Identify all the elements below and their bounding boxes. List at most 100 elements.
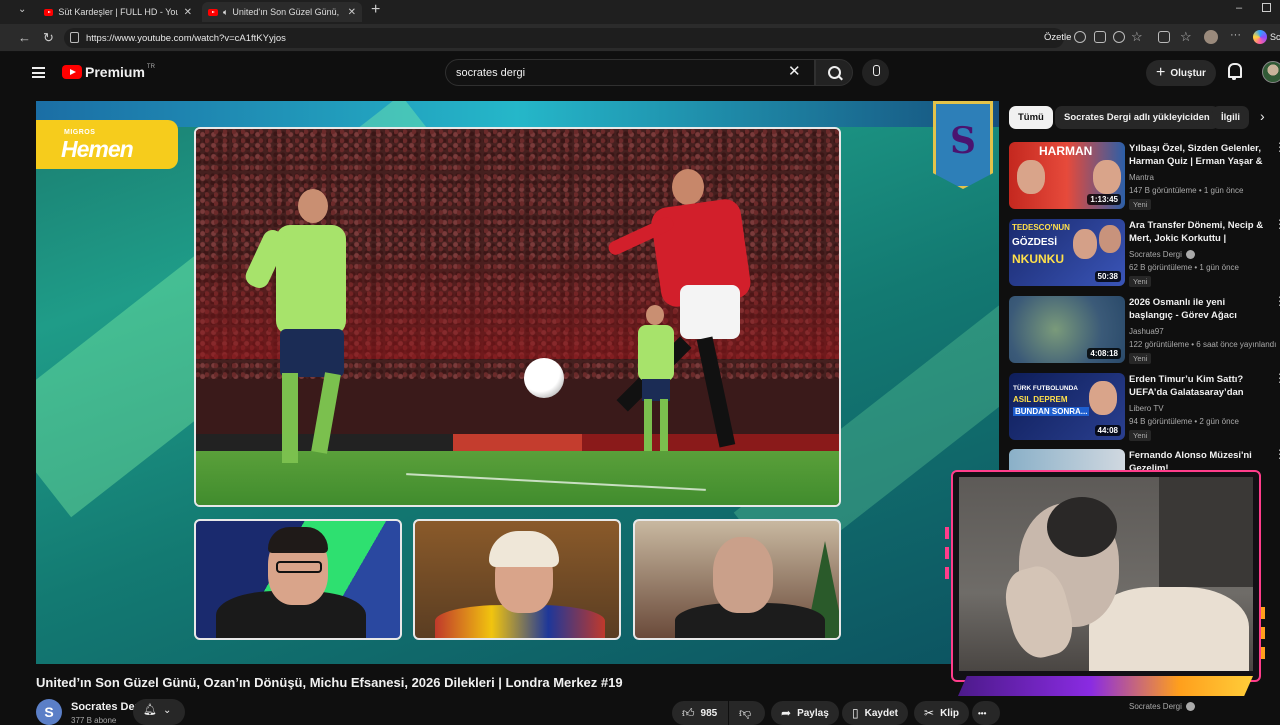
frame-stripe: [1261, 627, 1265, 639]
more-actions-button[interactable]: •••: [972, 701, 1000, 725]
create-button[interactable]: + Oluştur: [1146, 60, 1216, 86]
frame-stripe: [945, 567, 949, 579]
frame-stripe: [1261, 647, 1265, 659]
hide-icon[interactable]: [1113, 31, 1125, 43]
person-hair: [1047, 497, 1117, 557]
copilot-icon[interactable]: [1253, 30, 1267, 44]
summarize-button[interactable]: Özetle: [1044, 32, 1071, 43]
channel-name[interactable]: Libero TV: [1129, 404, 1164, 413]
channel-name[interactable]: Socrates Dergi: [1129, 702, 1195, 712]
clear-search-icon[interactable]: ✕: [788, 62, 801, 80]
url-field[interactable]: https://www.youtube.com/watch?v=cA1ftKYy…: [64, 28, 1064, 48]
close-tab-icon[interactable]: ✕: [184, 7, 192, 18]
profile-name[interactable]: Sc: [1270, 32, 1280, 42]
dislike-button[interactable]: 👎︎: [729, 701, 765, 725]
new-tab-icon[interactable]: +: [371, 1, 380, 19]
video-title[interactable]: Erden Timur’u Kim Sattı? UEFA’da Galatas…: [1129, 373, 1269, 400]
chip-from-uploader[interactable]: Socrates Dergi adlı yükleyiciden: [1055, 106, 1219, 129]
hamburger-menu-icon[interactable]: [32, 67, 45, 78]
thumbs-up-icon: 👍︎: [682, 705, 695, 720]
back-arrow-icon[interactable]: ←: [18, 30, 31, 45]
list-item[interactable]: HARMAN 1:13:45 Yılbaşı Özel, Sizden Gele…: [1009, 141, 1280, 212]
video-meta: 147 B görüntüleme • 1 gün önce: [1129, 186, 1244, 195]
save-label: Kaydet: [864, 707, 898, 719]
thumbnail-text: GÖZDESİ: [1012, 237, 1058, 248]
user-avatar[interactable]: [1262, 61, 1280, 83]
youtube-play-icon: [62, 65, 82, 79]
menu-dots-icon[interactable]: ···: [1230, 29, 1241, 41]
close-tab-icon[interactable]: ✕: [348, 7, 356, 18]
tab-list-chevron-icon[interactable]: ⌄: [18, 4, 26, 15]
chip-related[interactable]: İlgili: [1212, 106, 1249, 129]
video-title[interactable]: Ara Transfer Dönemi, Necip & Mert, Jokic…: [1129, 219, 1269, 246]
new-badge: Yeni: [1129, 276, 1152, 287]
more-vert-icon[interactable]: ⋮: [1274, 448, 1280, 460]
save-button[interactable]: ▯ Kaydet: [842, 701, 908, 725]
video-title[interactable]: Yılbaşı Özel, Sizden Gelenler, Harman Qu…: [1129, 142, 1269, 169]
list-item[interactable]: TEDESCO'NUN GÖZDESİ NKUNKU 50:38 Ara Tra…: [1009, 218, 1280, 289]
more-vert-icon[interactable]: ⋮: [1274, 141, 1280, 153]
more-vert-icon[interactable]: ⋮: [1274, 295, 1280, 307]
create-label: Oluştur: [1170, 67, 1206, 79]
extension-icon[interactable]: [1158, 31, 1170, 43]
youtube-premium-logo[interactable]: Premium TR: [62, 64, 155, 80]
tab-title: Süt Kardeşler | FULL HD - YouTube: [58, 7, 177, 17]
notifications-bell-icon[interactable]: [1227, 63, 1242, 80]
favorite-star-icon[interactable]: ☆: [1131, 29, 1143, 45]
player-background: [636, 305, 676, 455]
like-button[interactable]: 👍︎ 985: [672, 701, 728, 725]
webcam-overlay: [943, 467, 1267, 703]
new-badge: Yeni: [1129, 199, 1152, 210]
site-info-icon[interactable]: [70, 32, 79, 43]
video-thumbnail[interactable]: 4:08:18: [1009, 296, 1125, 363]
more-vert-icon[interactable]: ⋮: [1274, 372, 1280, 384]
video-title[interactable]: 2026 Osmanlı ile yeni başlangıç - Görev …: [1129, 296, 1269, 323]
audio-icon[interactable]: 🔈︎: [223, 7, 228, 18]
channel-avatar[interactable]: S: [36, 699, 62, 725]
thumbnail-text: HARMAN: [1039, 144, 1093, 158]
frame-stripe: [1261, 607, 1265, 619]
video-thumbnail[interactable]: HARMAN 1:13:45: [1009, 142, 1125, 209]
profile-icon[interactable]: [1204, 30, 1218, 44]
more-vert-icon[interactable]: ⋮: [1274, 218, 1280, 230]
person-face: [1093, 160, 1121, 194]
subscription-bell-button[interactable]: 🔔︎ ⌄: [133, 699, 185, 725]
voice-search-mic-icon[interactable]: [862, 59, 889, 86]
video-duration: 44:08: [1094, 425, 1121, 436]
youtube-header: Premium TR socrates dergi ✕ + Oluştur: [12, 52, 1280, 96]
chip-all[interactable]: Tümü: [1009, 106, 1053, 129]
summarize-icon[interactable]: [1074, 31, 1086, 43]
beanie: [489, 531, 559, 567]
share-button[interactable]: ➦ Paylaş: [771, 701, 839, 725]
minimize-icon[interactable]: –: [1236, 2, 1242, 14]
chevron-right-icon[interactable]: ›: [1260, 108, 1265, 124]
reader-icon[interactable]: [1094, 31, 1106, 43]
studio-panel-2: [413, 519, 621, 640]
channel-name[interactable]: Mantra: [1129, 173, 1154, 182]
search-button[interactable]: [815, 59, 853, 86]
list-item[interactable]: TÜRK FUTBOLUNDA ASIL DEPREM BUNDAN SONRA…: [1009, 372, 1280, 443]
frame-stripe: [945, 527, 949, 539]
youtube-favicon-icon: [44, 8, 54, 16]
like-count: 985: [700, 707, 718, 719]
thumbnail-text: ASIL DEPREM: [1013, 395, 1068, 404]
player-green-kit: [236, 189, 346, 479]
browser-tab-1[interactable]: Süt Kardeşler | FULL HD - YouTube ✕: [38, 2, 198, 22]
restore-icon[interactable]: [1262, 3, 1271, 12]
video-thumbnail[interactable]: TEDESCO'NUN GÖZDESİ NKUNKU 50:38: [1009, 219, 1125, 286]
video-thumbnail[interactable]: TÜRK FUTBOLUNDA ASIL DEPREM BUNDAN SONRA…: [1009, 373, 1125, 440]
channel-name[interactable]: Socrates Dergi: [1129, 250, 1195, 260]
player-top-band: [36, 101, 999, 127]
filter-chips: Tümü Socrates Dergi adlı yükleyiciden İl…: [1009, 106, 1271, 130]
clip-button[interactable]: ✂ Klip: [914, 701, 969, 725]
browser-tab-2[interactable]: 🔈︎ United'ın Son Güzel Günü, Oz ✕: [202, 2, 362, 22]
person-face: [1099, 225, 1121, 253]
list-item[interactable]: 4:08:18 2026 Osmanlı ile yeni başlangıç …: [1009, 295, 1280, 366]
reload-icon[interactable]: ↻: [43, 30, 54, 46]
search-input[interactable]: socrates dergi: [445, 59, 815, 86]
video-player[interactable]: MIGROS Hemen S: [36, 101, 999, 664]
channel-name[interactable]: Jashua97: [1129, 327, 1164, 336]
webcam-gradient-bar: [958, 676, 1253, 696]
favorites-icon[interactable]: ☆: [1180, 29, 1192, 45]
share-arrow-icon: ➦: [781, 706, 792, 720]
